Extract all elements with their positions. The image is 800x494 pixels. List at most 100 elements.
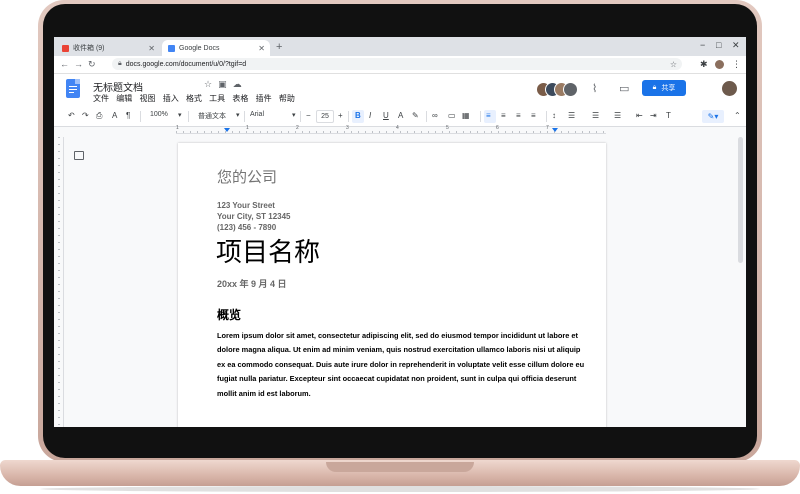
zoom-dropdown-icon[interactable]: ▾: [178, 111, 182, 119]
checklist-icon[interactable]: ☰: [568, 111, 575, 120]
increase-indent-icon[interactable]: ⇥: [650, 111, 657, 120]
font-dropdown-icon[interactable]: ▾: [292, 111, 296, 119]
extensions-icon[interactable]: ✱: [700, 59, 708, 70]
menu-view[interactable]: 视图: [139, 94, 155, 103]
menu-edit[interactable]: 编辑: [116, 94, 132, 103]
address-line: 123 Your Street: [217, 201, 275, 210]
left-indent-marker[interactable]: [224, 128, 230, 132]
document-title[interactable]: 无标题文档: [93, 79, 143, 94]
line-spacing-icon[interactable]: ↕: [552, 111, 556, 120]
increase-font-size-icon[interactable]: +: [338, 111, 343, 120]
pencil-icon[interactable]: ✎▾: [702, 110, 724, 123]
star-icon[interactable]: ☆: [204, 79, 218, 89]
body-paragraph: Lorem ipsum dolor sit amet, consectetur …: [217, 331, 585, 398]
address-bar[interactable]: 🔒︎ docs.google.com/document/u/0/?tgif=d …: [112, 58, 682, 70]
minimize-button[interactable]: −: [700, 40, 705, 50]
tab-google-docs[interactable]: Google Docs ✕: [162, 40, 270, 56]
document-page[interactable]: 您的公司 123 Your Street Your City, ST 12345…: [178, 143, 606, 427]
redo-icon[interactable]: ↷: [82, 111, 89, 120]
toolbar-divider: [546, 111, 547, 122]
profile-avatar[interactable]: [715, 60, 724, 69]
share-button[interactable]: 🔒︎ 共享: [642, 80, 686, 96]
print-icon[interactable]: ⎙: [96, 111, 102, 121]
font-select[interactable]: Arial: [250, 111, 264, 118]
back-icon[interactable]: ←: [60, 59, 69, 69]
ruler-label: 2: [296, 125, 299, 131]
style-select[interactable]: 普通文本: [198, 111, 226, 121]
activity-trend-icon[interactable]: ⌇: [592, 82, 597, 95]
scrollbar[interactable]: [738, 137, 743, 263]
italic-icon[interactable]: I: [369, 111, 371, 120]
menu-addons[interactable]: 插件: [256, 94, 272, 103]
menu-help[interactable]: 帮助: [279, 94, 295, 103]
decrease-indent-icon[interactable]: ⇤: [636, 111, 643, 120]
toolbar-divider: [426, 111, 427, 122]
underline-icon[interactable]: U: [383, 111, 389, 120]
decrease-font-size-icon[interactable]: −: [306, 111, 311, 120]
menu-tools[interactable]: 工具: [209, 94, 225, 103]
ruler-label: 6: [496, 125, 499, 131]
lock-icon: 🔒︎: [118, 60, 122, 67]
numbered-list-icon[interactable]: ☰: [614, 111, 621, 120]
address-bar-row: ← → ↻ 🔒︎ docs.google.com/document/u/0/?t…: [54, 56, 746, 74]
image-icon[interactable]: ▦: [462, 111, 470, 120]
tab-gmail[interactable]: 收件箱 (9) ✕: [56, 40, 160, 56]
docs-logo-icon[interactable]: [66, 79, 80, 98]
docs-icon: [168, 44, 175, 52]
avatar[interactable]: [563, 82, 578, 97]
link-icon[interactable]: ∞: [432, 111, 438, 120]
new-tab-button[interactable]: +: [276, 41, 282, 53]
move-folder-icon[interactable]: ▣: [218, 79, 233, 89]
bulleted-list-icon[interactable]: ☰: [592, 111, 599, 120]
menu-table[interactable]: 表格: [232, 94, 248, 103]
menu-file[interactable]: 文件: [93, 94, 109, 103]
comment-history-icon[interactable]: ▭: [619, 82, 629, 95]
address-line: (123) 456 - 7890: [217, 223, 277, 232]
maximize-button[interactable]: □: [716, 40, 721, 50]
menu-format[interactable]: 格式: [186, 94, 202, 103]
ruler-label: 4: [396, 125, 399, 131]
share-label: 共享: [661, 85, 676, 92]
vertical-ruler[interactable]: [54, 137, 64, 427]
tab-label: Google Docs: [179, 44, 220, 52]
highlight-color-icon[interactable]: ✎: [412, 111, 419, 120]
clear-formatting-icon[interactable]: T: [666, 111, 671, 120]
close-tab-icon[interactable]: ✕: [258, 44, 265, 53]
style-dropdown-icon[interactable]: ▾: [236, 111, 240, 119]
document-outline-icon[interactable]: [74, 151, 84, 160]
menu-insert[interactable]: 插入: [163, 94, 179, 103]
bold-icon[interactable]: B: [355, 111, 361, 120]
zoom-select[interactable]: 100%: [150, 111, 168, 118]
justify-icon[interactable]: ≡: [531, 111, 536, 120]
close-window-button[interactable]: ✕: [732, 40, 740, 51]
address-line: Your City, ST 12345: [217, 212, 291, 221]
text-color-icon[interactable]: A: [398, 111, 403, 120]
right-indent-marker[interactable]: [552, 128, 558, 132]
reload-icon[interactable]: ↻: [88, 59, 96, 70]
forward-icon[interactable]: →: [74, 59, 83, 69]
align-center-icon[interactable]: ≡: [501, 111, 506, 120]
chevron-up-icon[interactable]: ⌃: [734, 111, 741, 120]
toolbar-divider: [348, 111, 349, 122]
menu-bar: 文件 编辑 视图 插入 格式 工具 表格 插件 帮助: [93, 93, 300, 104]
browser-menu-icon[interactable]: ⋮: [732, 59, 741, 70]
account-avatar[interactable]: [722, 81, 737, 96]
ruler-label: 5: [446, 125, 449, 131]
laptop-shadow: [40, 486, 760, 492]
paint-format-icon[interactable]: ¶: [126, 111, 130, 120]
horizontal-ruler[interactable]: 1 1 2 3 4 5 6 7: [176, 125, 606, 134]
cloud-status-icon: ☁: [232, 79, 248, 89]
ruler-label: 3: [346, 125, 349, 131]
align-left-icon[interactable]: ≡: [486, 111, 491, 120]
comment-icon[interactable]: ▭: [448, 111, 456, 120]
toolbar-divider: [300, 111, 301, 122]
close-tab-icon[interactable]: ✕: [148, 44, 155, 53]
browser-tab-bar: 收件箱 (9) ✕ Google Docs ✕ + − □ ✕: [54, 37, 746, 56]
font-size-input[interactable]: 25: [316, 110, 334, 123]
align-right-icon[interactable]: ≡: [516, 111, 521, 120]
url-text: docs.google.com/document/u/0/?tgif=d: [125, 60, 247, 68]
undo-icon[interactable]: ↶: [68, 111, 75, 120]
star-icon[interactable]: ☆: [670, 60, 677, 69]
toolbar-divider: [480, 111, 481, 122]
spellcheck-icon[interactable]: A: [112, 111, 117, 120]
